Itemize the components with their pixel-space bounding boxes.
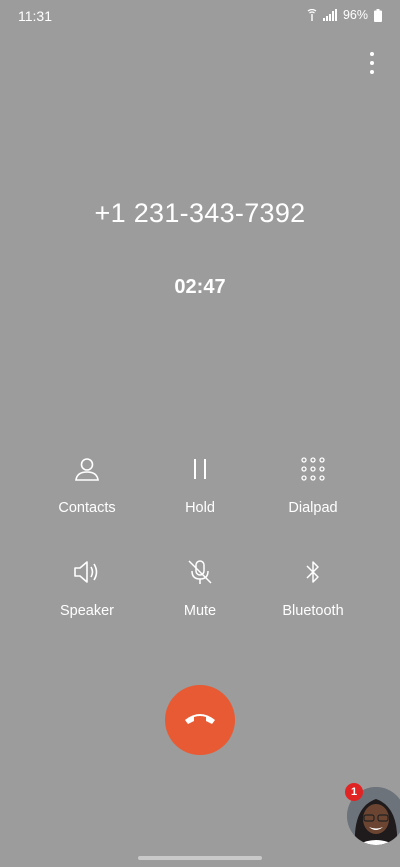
speaker-label: Speaker (59, 603, 114, 619)
call-duration: 02:47 (174, 276, 226, 298)
mic-off-icon (140, 553, 260, 591)
pause-icon (140, 450, 260, 488)
hold-button[interactable]: Hold (140, 450, 260, 516)
contact-bubble[interactable]: 1 (345, 783, 400, 845)
home-indicator[interactable] (138, 856, 262, 860)
hold-label: Hold (185, 500, 215, 516)
caller-phone-number: +1 231-343-7392 (94, 198, 306, 228)
dialpad-label: Dialpad (288, 500, 338, 516)
bluetooth-button[interactable]: Bluetooth (253, 553, 373, 619)
signal-icon (322, 9, 337, 21)
speaker-button[interactable]: Speaker (27, 553, 147, 619)
contacts-icon (27, 450, 147, 488)
bluetooth-icon (253, 553, 373, 591)
mute-label: Mute (183, 603, 217, 619)
battery-level: 96% (342, 8, 368, 22)
unread-badge: 1 (345, 783, 363, 801)
mute-button[interactable]: Mute (140, 553, 260, 619)
status-time: 11:31 (18, 8, 52, 24)
end-call-icon (183, 710, 217, 731)
dialpad-button[interactable]: Dialpad (253, 450, 373, 516)
dialpad-icon (253, 450, 373, 488)
more-options-button[interactable] (366, 52, 378, 74)
speaker-icon (27, 553, 147, 591)
status-bar: 11:31 96% (0, 0, 400, 32)
contacts-label: Contacts (58, 500, 116, 516)
more-dot-icon (370, 70, 374, 74)
contacts-button[interactable]: Contacts (27, 450, 147, 516)
more-dot-icon (370, 52, 374, 56)
wifi-call-icon (307, 9, 317, 21)
bluetooth-label: Bluetooth (282, 603, 344, 619)
end-call-button[interactable] (165, 685, 235, 755)
more-dot-icon (370, 61, 374, 65)
battery-icon (374, 8, 382, 22)
status-icons: 96% (307, 8, 382, 22)
